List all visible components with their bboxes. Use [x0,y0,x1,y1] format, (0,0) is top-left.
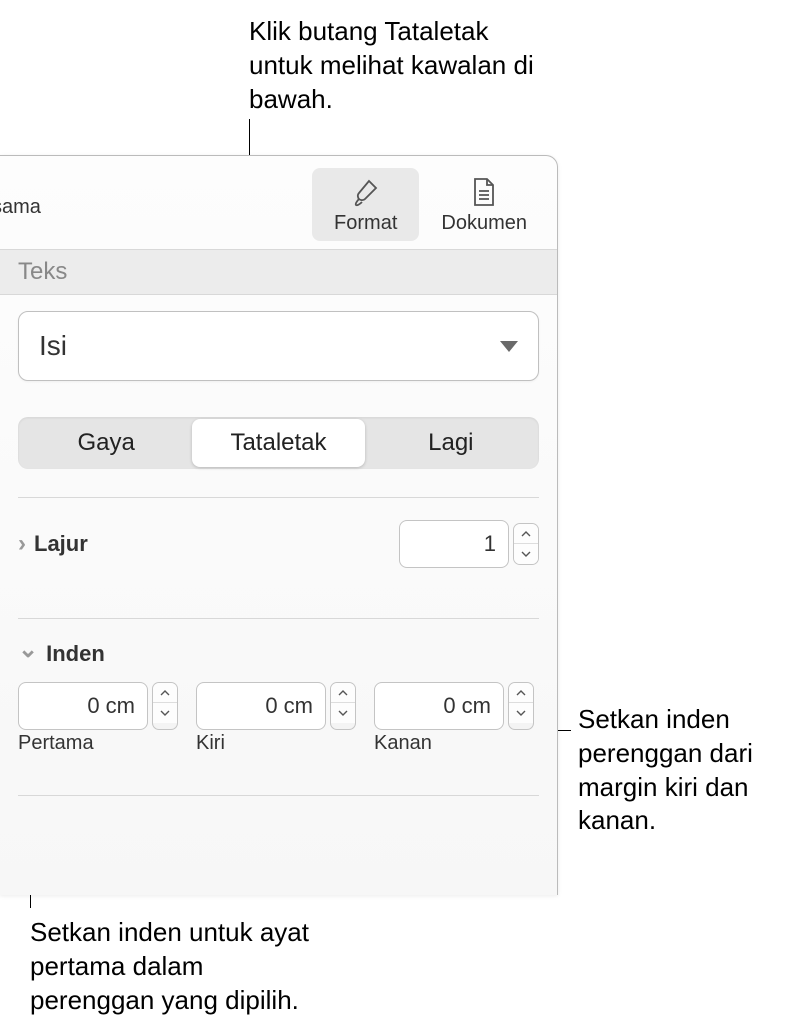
inden-kiri: Kiri [196,682,356,755]
document-icon [471,174,497,210]
chevron-down-icon [18,639,38,668]
format-toolbar-button[interactable]: Format [312,168,419,241]
inden-kanan-stepper [508,682,534,730]
toolbar: sama Format Dokumen [0,156,557,249]
callout-bottom: Setkan inden untuk ayat pertama dalam pe… [30,916,310,1017]
stepper-up-button[interactable] [514,524,538,544]
stepper-down-button[interactable] [514,544,538,564]
tab-lagi[interactable]: Lagi [365,419,537,467]
inden-kanan-label: Kanan [374,732,534,755]
tab-tataletak[interactable]: Tataletak [192,419,364,467]
toolbar-collaborate-partial: sama [0,196,41,219]
inden-controls: Pertama Kiri [18,682,539,767]
lajur-disclosure[interactable]: Lajur [18,530,88,558]
lajur-label: Lajur [34,531,88,557]
format-sidebar-panel: sama Format Dokumen T [0,155,558,895]
inden-pertama-stepper [152,682,178,730]
inden-kanan: Kanan [374,682,534,755]
inden-kiri-label: Kiri [196,732,356,755]
inden-pertama-label: Pertama [18,732,178,755]
format-label: Format [334,212,397,235]
lajur-stepper-buttons [513,523,539,565]
stepper-down-button[interactable] [153,703,177,723]
inden-kiri-input[interactable] [196,682,326,730]
tab-gaya[interactable]: Gaya [20,419,192,467]
inden-label: Inden [46,641,105,667]
inden-pertama-input[interactable] [18,682,148,730]
paragraph-style-dropdown[interactable]: Isi [18,311,539,381]
inden-kanan-input[interactable] [374,682,504,730]
document-toolbar-button[interactable]: Dokumen [419,168,549,241]
inden-kiri-stepper [330,682,356,730]
inden-disclosure[interactable]: Inden [18,619,539,682]
chevron-right-icon [18,530,26,558]
stepper-up-button[interactable] [509,683,533,703]
stepper-down-button[interactable] [331,703,355,723]
document-label: Dokumen [441,212,527,235]
callout-top: Klik butang Tataletak untuk melihat kawa… [249,15,549,116]
inden-pertama: Pertama [18,682,178,755]
lajur-row: Lajur [18,498,539,590]
lajur-input[interactable] [399,520,509,568]
lajur-stepper [399,520,539,568]
stepper-down-button[interactable] [509,703,533,723]
text-tabs: Gaya Tataletak Lagi [18,417,539,469]
chevron-down-icon [500,341,518,352]
callout-right: Setkan inden perenggan dari margin kiri … [578,703,808,838]
stepper-up-button[interactable] [153,683,177,703]
divider [18,795,539,796]
paragraph-style-value: Isi [39,330,67,362]
stepper-up-button[interactable] [331,683,355,703]
section-header-teks: Teks [0,249,557,295]
paintbrush-icon [351,174,381,210]
